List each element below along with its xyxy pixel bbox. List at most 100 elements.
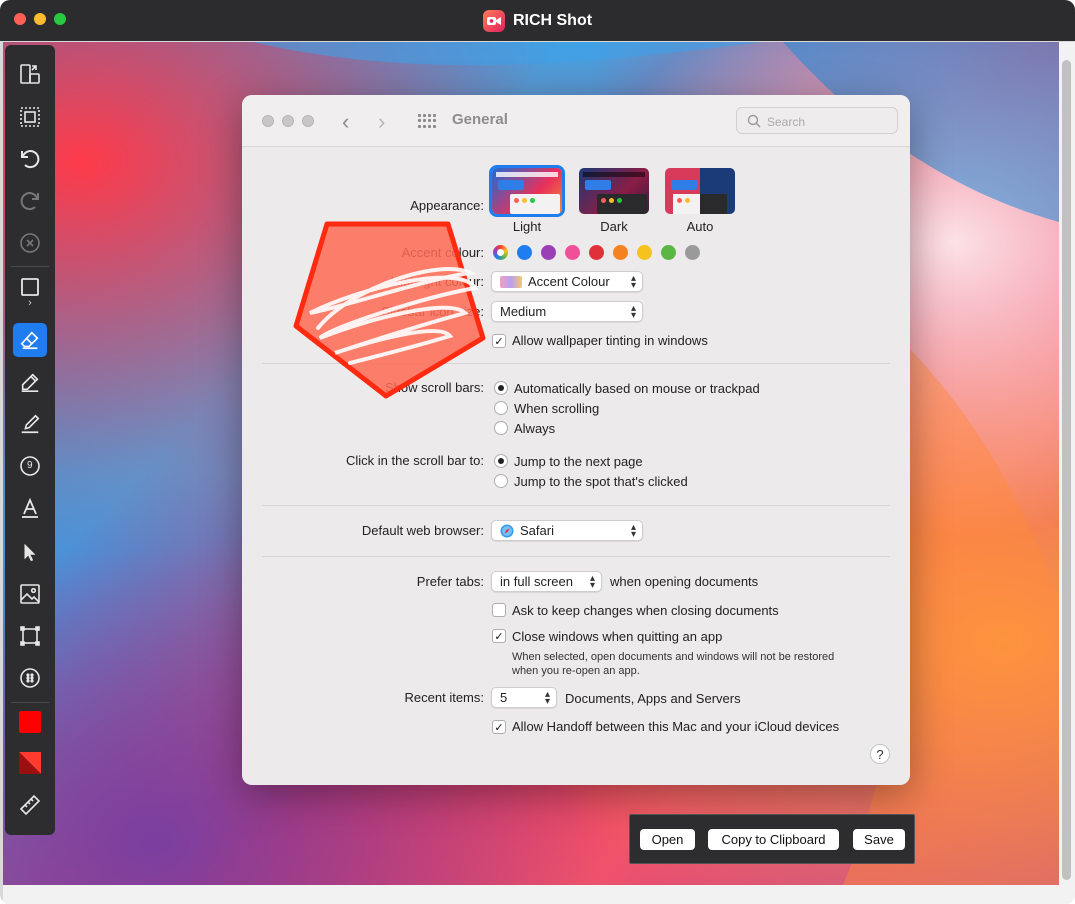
toolbar-divider — [11, 266, 49, 267]
show-all-grid-icon — [418, 114, 436, 128]
handoff-checkbox: ✓ — [492, 720, 506, 734]
popup-chevron-icon: ▴ ▾ — [589, 573, 595, 591]
highlight-colour-value: Accent Colour — [528, 274, 610, 289]
search-icon — [747, 114, 761, 128]
switch-capture-icon[interactable] — [13, 57, 47, 91]
popup-chevron-icon: ▴ ▾ — [544, 689, 550, 707]
prefer-tabs-label: Prefer tabs: — [416, 574, 484, 589]
click-scroll-label: Click in the scroll bar to: — [346, 453, 484, 468]
scroll-when-scrolling-label: When scrolling — [514, 401, 600, 416]
app-window: RICH Shot › 9 ‹ › General Search Appeara… — [0, 0, 1075, 904]
counter-tool-icon[interactable]: 9 — [13, 449, 47, 483]
horizontal-scrollbar-track[interactable] — [3, 885, 1075, 904]
accent-pink-swatch — [565, 245, 580, 260]
accent-graphite-swatch — [685, 245, 700, 260]
preferences-toolbar: ‹ › General Search — [242, 95, 910, 147]
ask-keep-label: Ask to keep changes when closing documen… — [512, 603, 779, 618]
undo-icon[interactable] — [13, 142, 47, 176]
recent-items-suffix: Documents, Apps and Servers — [565, 691, 741, 706]
forward-arrow-icon: › — [378, 109, 386, 134]
scroll-always-label: Always — [514, 421, 556, 436]
search-placeholder: Search — [767, 115, 806, 129]
zoom-dot — [302, 115, 314, 127]
close-windows-label: Close windows when quitting an app — [512, 629, 723, 644]
default-browser-label: Default web browser: — [361, 523, 484, 538]
more-tools-icon[interactable] — [13, 661, 47, 695]
wallpaper-tint-checkbox: ✓ — [492, 334, 506, 348]
close-windows-note-2: when you re-open an app. — [512, 665, 640, 677]
click-next-page-label: Jump to the next page — [514, 454, 643, 469]
recent-items-label: Recent items: — [404, 690, 484, 705]
sidebar-icon-size-value: Medium — [500, 304, 547, 319]
redo-icon[interactable] — [13, 184, 47, 218]
close-dot — [262, 115, 274, 127]
highlight-colour-popup: Accent Colour ▴ ▾ — [491, 271, 643, 292]
preferences-title: General — [452, 111, 508, 128]
crop-selection-icon[interactable] — [13, 100, 47, 134]
popup-chevron-icon: ▴ ▾ — [630, 303, 636, 321]
eraser-tool-icon[interactable] — [13, 323, 47, 357]
accent-green-swatch — [661, 245, 676, 260]
primary-color-swatch[interactable] — [13, 705, 47, 739]
appearance-light-label: Light — [512, 219, 542, 234]
ask-keep-checkbox — [492, 603, 506, 617]
copy-to-clipboard-button[interactable]: Copy to Clipboard — [708, 829, 839, 850]
app-title: RICH Shot — [512, 11, 593, 29]
section-divider — [262, 556, 890, 557]
clear-icon[interactable] — [13, 226, 47, 260]
app-logo-icon — [482, 9, 505, 32]
pentagon-annotation[interactable] — [290, 218, 490, 400]
appearance-auto-thumb — [665, 168, 735, 214]
appearance-label: Appearance: — [410, 198, 484, 213]
pencil-tool-icon[interactable] — [13, 365, 47, 399]
popup-chevron-icon: ▴ ▾ — [630, 522, 636, 540]
minimize-dot — [282, 115, 294, 127]
default-browser-popup: Safari ▴ ▾ — [491, 520, 643, 541]
app-title-area: RICH Shot — [0, 0, 1075, 41]
accent-purple-swatch — [541, 245, 556, 260]
click-spot-label: Jump to the spot that's clicked — [514, 474, 688, 489]
prefer-tabs-value: in full screen — [500, 574, 573, 589]
prefer-tabs-popup: in full screen ▴ ▾ — [491, 571, 602, 592]
image-tool-icon[interactable] — [13, 577, 47, 611]
prefer-tabs-suffix: when opening documents — [610, 574, 759, 589]
recent-items-value: 5 — [500, 690, 508, 705]
toolbar-divider — [11, 702, 49, 703]
canvas-size-icon[interactable] — [13, 619, 47, 653]
pointer-tool-icon[interactable] — [13, 535, 47, 569]
wallpaper-tint-label: Allow wallpaper tinting in windows — [512, 333, 708, 348]
popup-chevron-icon: ▴ ▾ — [630, 273, 636, 291]
preferences-window: ‹ › General Search Appearance: Light Dar… — [242, 95, 910, 785]
scroll-auto-radio — [494, 381, 508, 395]
rectangle-tool-icon[interactable]: › — [13, 271, 47, 313]
scroll-auto-label: Automatically based on mouse or trackpad — [514, 381, 760, 396]
accent-red-swatch — [589, 245, 604, 260]
accent-yellow-swatch — [637, 245, 652, 260]
section-divider — [262, 505, 890, 506]
text-tool-icon[interactable] — [13, 491, 47, 525]
ruler-tool-icon[interactable] — [13, 788, 47, 822]
open-button[interactable]: Open — [640, 829, 695, 850]
appearance-light-thumb — [489, 165, 565, 217]
close-windows-checkbox: ✓ — [492, 629, 506, 643]
appearance-auto-label: Auto — [686, 219, 714, 234]
click-next-page-radio — [494, 454, 508, 468]
save-button[interactable]: Save — [853, 829, 905, 850]
accent-orange-swatch — [613, 245, 628, 260]
title-bar: RICH Shot — [0, 0, 1075, 41]
vertical-scrollbar-thumb[interactable] — [1062, 60, 1071, 880]
default-browser-value: Safari — [520, 523, 554, 538]
close-windows-note-1: When selected, open documents and window… — [512, 651, 835, 663]
back-arrow-icon: ‹ — [342, 109, 350, 134]
accent-multicolour-swatch — [493, 245, 508, 260]
accent-blue-swatch — [517, 245, 532, 260]
sidebar-icon-size-popup: Medium ▴ ▾ — [491, 301, 643, 322]
recent-items-popup: 5 ▴ ▾ — [491, 687, 557, 708]
scroll-when-scrolling-radio — [494, 401, 508, 415]
help-button: ? — [870, 744, 890, 764]
highlighter-tool-icon[interactable] — [13, 407, 47, 441]
counter-tool-number: 9 — [27, 460, 33, 471]
click-spot-radio — [494, 474, 508, 488]
search-field: Search — [736, 107, 898, 134]
fill-color-swatch[interactable] — [13, 746, 47, 780]
